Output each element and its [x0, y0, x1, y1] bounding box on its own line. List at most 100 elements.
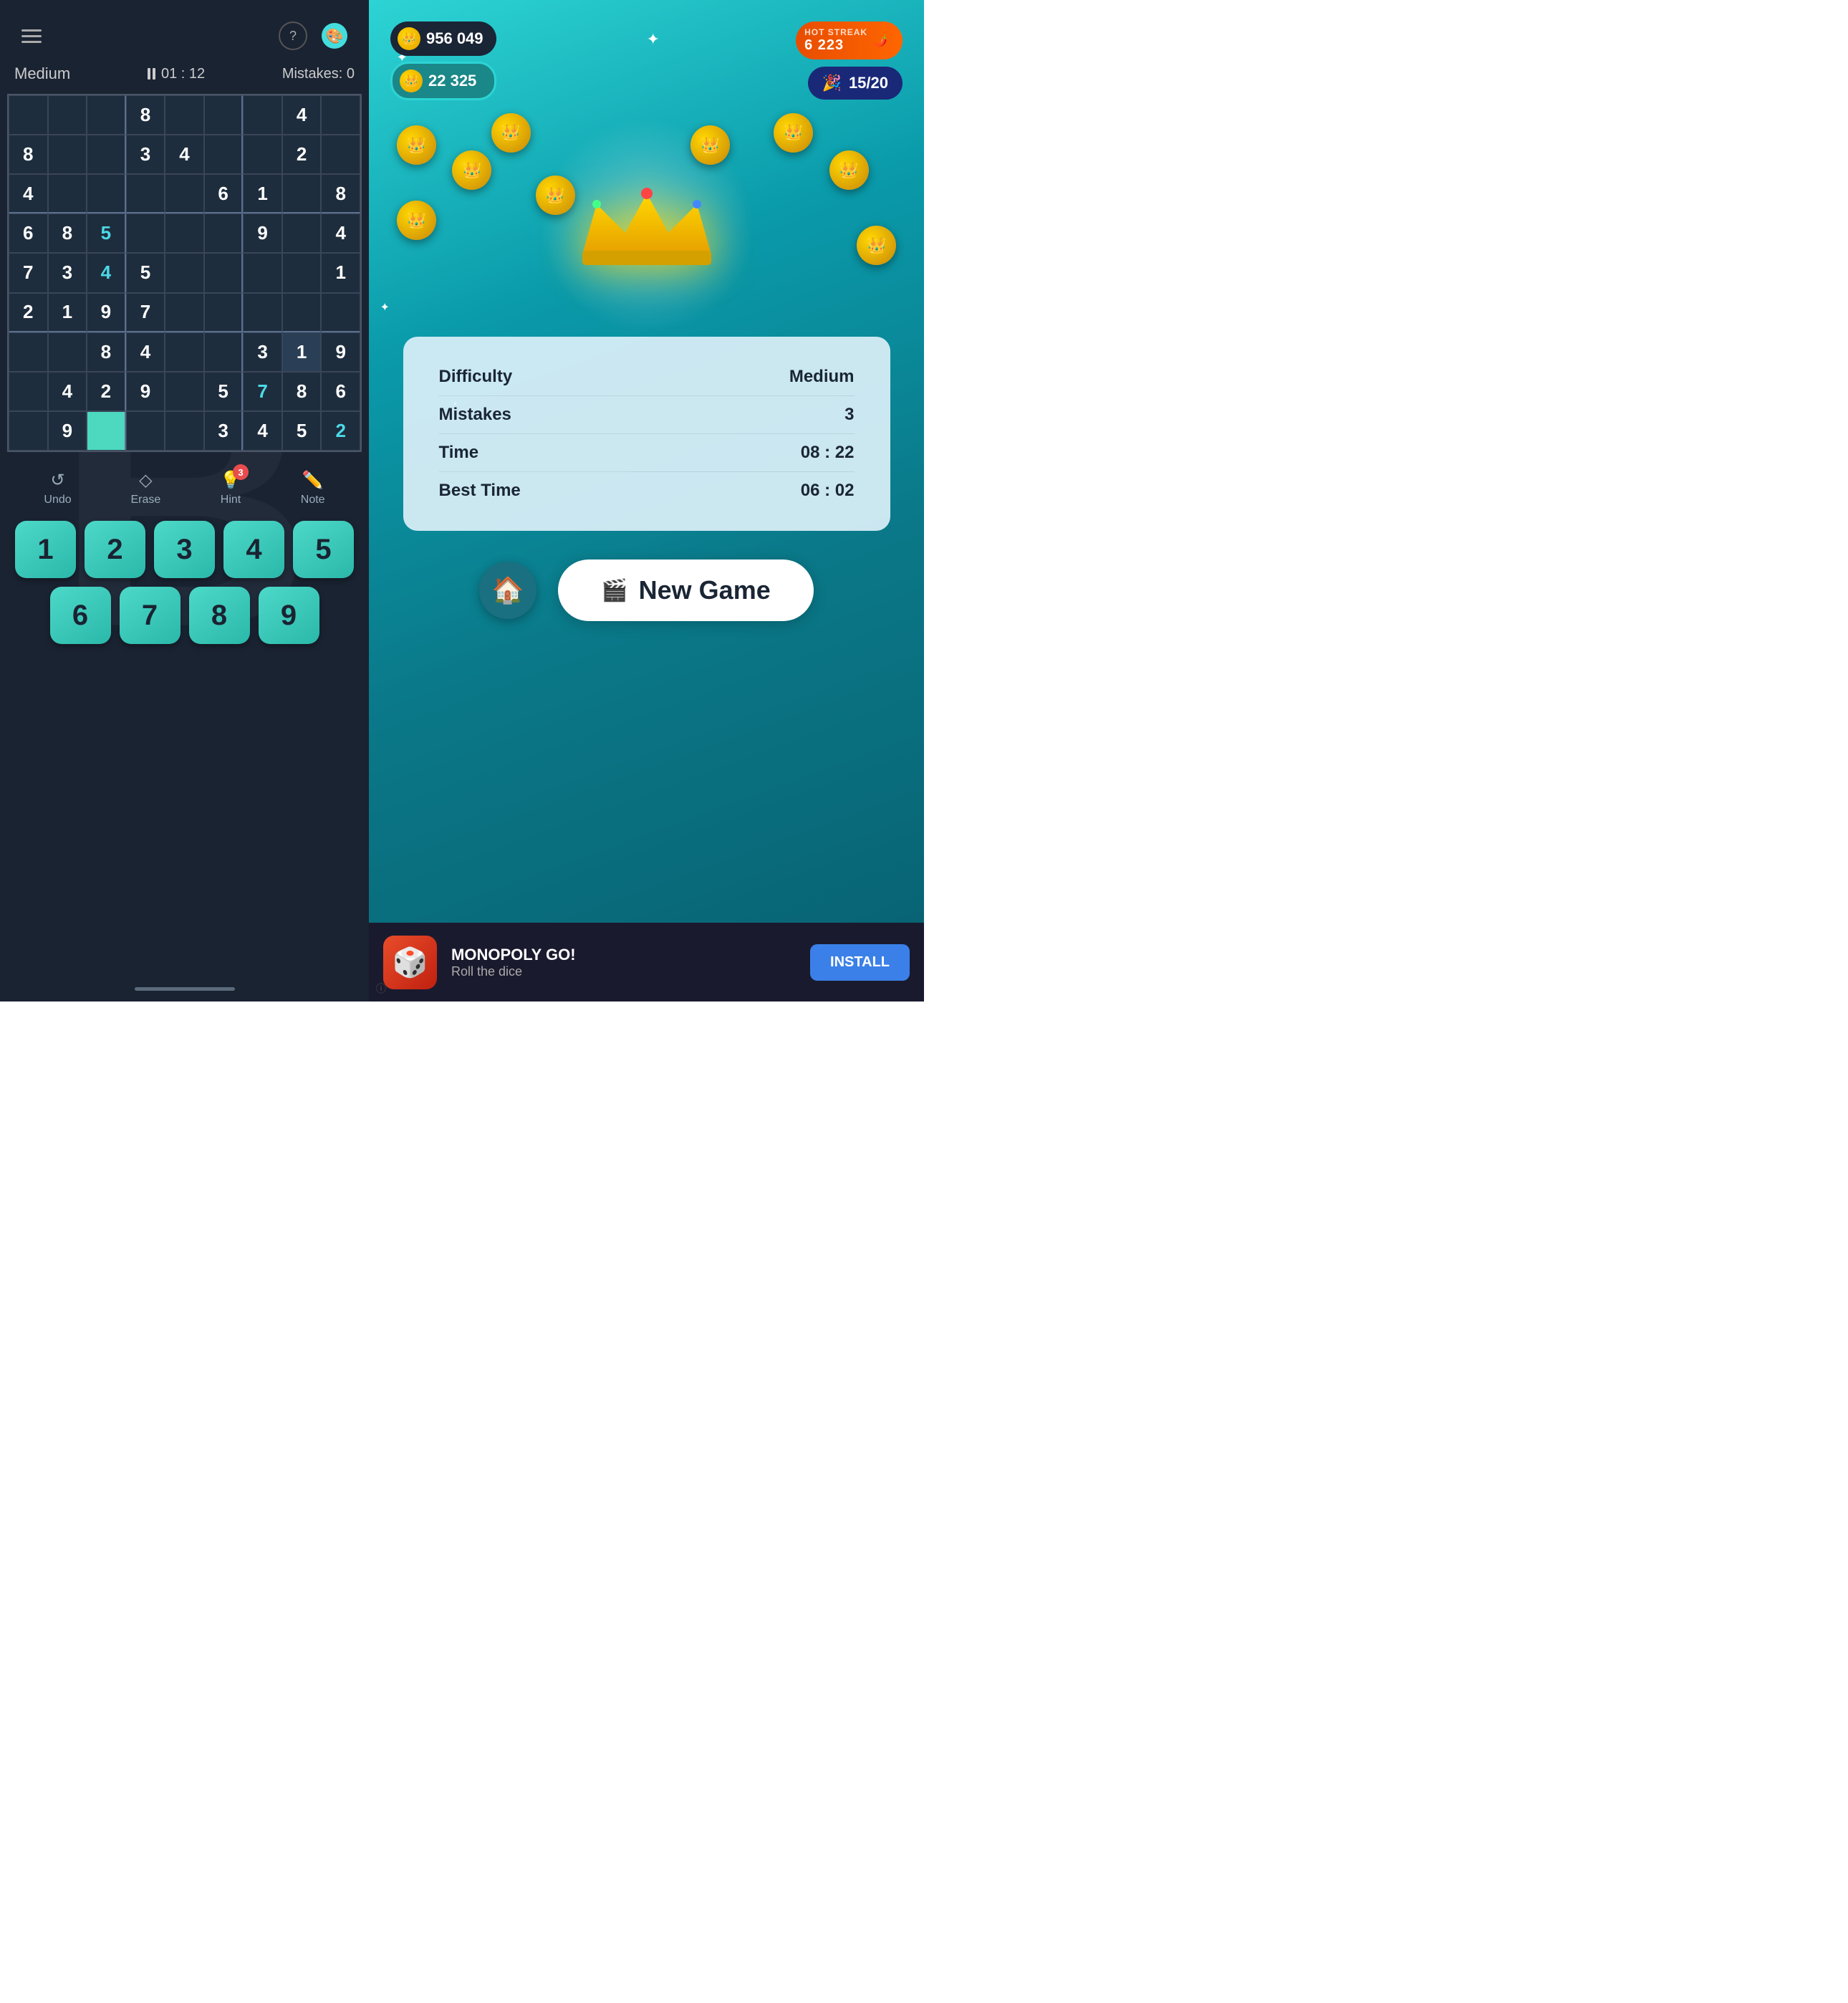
cell[interactable]: 8 [87, 332, 126, 372]
cell[interactable]: 1 [282, 332, 322, 372]
num-button-6[interactable]: 6 [50, 587, 111, 644]
cell[interactable]: 2 [87, 372, 126, 411]
cell[interactable]: 9 [243, 213, 282, 253]
cell[interactable] [9, 411, 48, 451]
cell[interactable]: 8 [9, 135, 48, 174]
cell[interactable]: 4 [87, 253, 126, 292]
cell[interactable]: 3 [48, 253, 87, 292]
cell[interactable]: 3 [243, 332, 282, 372]
erase-button[interactable]: ◇ Erase [130, 470, 160, 506]
cell[interactable]: 6 [204, 174, 244, 213]
cell[interactable]: 4 [9, 174, 48, 213]
pause-icon[interactable] [148, 68, 155, 80]
cell[interactable] [204, 95, 244, 135]
cell[interactable] [282, 253, 322, 292]
cell[interactable]: 5 [282, 411, 322, 451]
cell[interactable]: 6 [321, 372, 360, 411]
cell[interactable]: 9 [87, 293, 126, 332]
cell[interactable] [243, 135, 282, 174]
install-button[interactable]: INSTALL [810, 944, 910, 981]
cell[interactable] [87, 135, 126, 174]
new-game-button[interactable]: 🎬 New Game [558, 559, 813, 621]
cell[interactable] [126, 213, 165, 253]
cell[interactable] [243, 253, 282, 292]
cell[interactable]: 1 [321, 253, 360, 292]
cell[interactable] [48, 95, 87, 135]
cell[interactable]: 2 [321, 411, 360, 451]
num-button-2[interactable]: 2 [85, 521, 145, 578]
cell[interactable]: 4 [48, 372, 87, 411]
cell[interactable] [48, 332, 87, 372]
cell[interactable]: 8 [48, 213, 87, 253]
cell[interactable]: 2 [282, 135, 322, 174]
cell[interactable] [126, 174, 165, 213]
cell[interactable] [243, 293, 282, 332]
cell[interactable] [204, 293, 244, 332]
cell[interactable]: 7 [9, 253, 48, 292]
cell[interactable] [282, 293, 322, 332]
num-button-9[interactable]: 9 [259, 587, 319, 644]
cell[interactable]: 7 [243, 372, 282, 411]
cell[interactable] [321, 135, 360, 174]
help-button[interactable]: ? [279, 21, 307, 50]
cell[interactable] [48, 135, 87, 174]
cell[interactable] [204, 213, 244, 253]
cell[interactable]: 2 [9, 293, 48, 332]
num-button-5[interactable]: 5 [293, 521, 354, 578]
num-button-4[interactable]: 4 [223, 521, 284, 578]
cell[interactable] [9, 332, 48, 372]
num-button-7[interactable]: 7 [120, 587, 181, 644]
cell[interactable]: 5 [87, 213, 126, 253]
cell[interactable]: 8 [321, 174, 360, 213]
cell[interactable] [204, 253, 244, 292]
cell[interactable]: 4 [282, 95, 322, 135]
cell[interactable] [87, 95, 126, 135]
cell[interactable]: 4 [165, 135, 204, 174]
cell[interactable]: 9 [126, 372, 165, 411]
cell[interactable]: 8 [126, 95, 165, 135]
cell[interactable]: 4 [243, 411, 282, 451]
cell[interactable] [165, 372, 204, 411]
cell[interactable] [126, 411, 165, 451]
cell[interactable] [165, 332, 204, 372]
hint-button[interactable]: 💡 3 Hint [220, 470, 241, 506]
cell[interactable] [165, 174, 204, 213]
cell[interactable] [48, 174, 87, 213]
note-button[interactable]: ✏️ Note [301, 470, 325, 506]
cell[interactable]: 4 [126, 332, 165, 372]
cell[interactable]: 4 [321, 213, 360, 253]
cell[interactable] [9, 372, 48, 411]
undo-button[interactable]: ↺ Undo [44, 470, 71, 506]
cell[interactable] [9, 95, 48, 135]
cell[interactable] [87, 411, 126, 451]
num-button-1[interactable]: 1 [15, 521, 76, 578]
cell[interactable] [243, 95, 282, 135]
cell[interactable] [282, 174, 322, 213]
cell[interactable]: 8 [282, 372, 322, 411]
cell[interactable]: 5 [126, 253, 165, 292]
cell[interactable] [165, 293, 204, 332]
menu-button[interactable] [21, 29, 42, 43]
cell[interactable]: 9 [321, 332, 360, 372]
cell[interactable]: 3 [204, 411, 244, 451]
cell[interactable]: 3 [126, 135, 165, 174]
cell[interactable] [165, 253, 204, 292]
cell[interactable] [282, 213, 322, 253]
cell[interactable]: 7 [126, 293, 165, 332]
cell[interactable]: 1 [243, 174, 282, 213]
cell[interactable]: 6 [9, 213, 48, 253]
cell[interactable] [204, 332, 244, 372]
cell[interactable] [87, 174, 126, 213]
cell[interactable]: 5 [204, 372, 244, 411]
cell[interactable] [165, 213, 204, 253]
cell[interactable] [165, 95, 204, 135]
num-button-8[interactable]: 8 [189, 587, 250, 644]
cell[interactable] [321, 293, 360, 332]
home-button[interactable]: 🏠 [479, 562, 536, 619]
palette-button[interactable]: 🎨 [322, 23, 347, 49]
cell[interactable] [204, 135, 244, 174]
cell[interactable] [321, 95, 360, 135]
cell[interactable] [165, 411, 204, 451]
cell[interactable]: 1 [48, 293, 87, 332]
cell[interactable]: 9 [48, 411, 87, 451]
